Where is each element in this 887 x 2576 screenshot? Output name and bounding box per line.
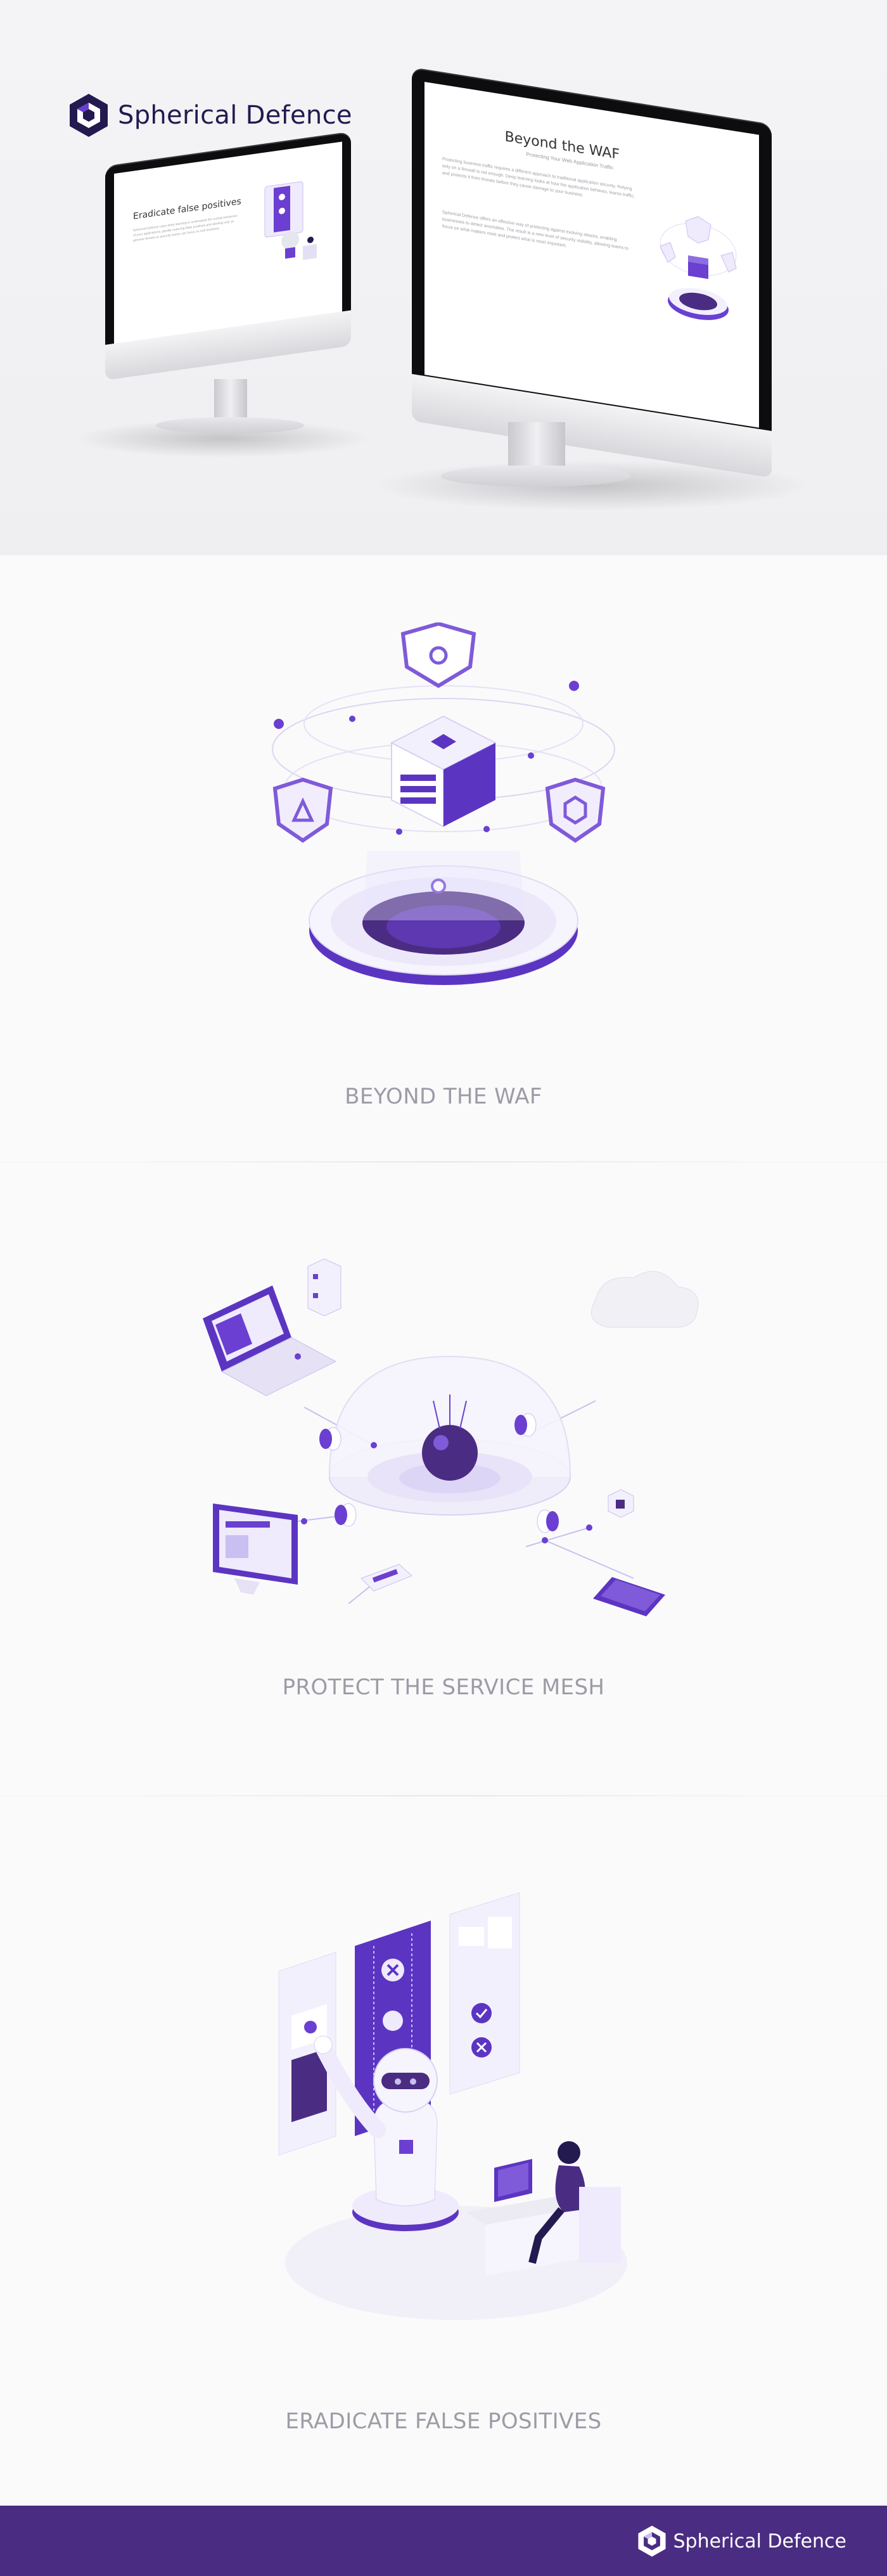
large-monitor-screen: Beyond the WAF Protecting Your Web Appli… bbox=[424, 82, 759, 428]
section-beyond-waf: BEYOND THE WAF bbox=[0, 555, 887, 1161]
large-screen-paragraph-2: Spherical Defence offers an effective wa… bbox=[442, 210, 629, 252]
service-mesh-dome-illustration bbox=[203, 1258, 699, 1616]
section-caption-false-positives: ERADICATE FALSE POSITIVES bbox=[285, 2409, 602, 2434]
small-screen-illustration bbox=[264, 181, 317, 261]
footer-brand[interactable]: Spherical Defence bbox=[637, 2525, 846, 2558]
section-caption-service-mesh: PROTECT THE SERVICE MESH bbox=[282, 1675, 605, 1700]
large-monitor: Beyond the WAF Protecting Your Web Appli… bbox=[374, 67, 811, 511]
section-false-positives: ERADICATE FALSE POSITIVES bbox=[0, 1796, 887, 2506]
page: Spherical Defence Eradicate false positi… bbox=[0, 0, 887, 2576]
footer-brand-name: Spherical Defence bbox=[673, 2530, 846, 2553]
shielded-server-portal-illustration bbox=[272, 622, 615, 985]
section-caption-beyond-waf: BEYOND THE WAF bbox=[345, 1084, 542, 1109]
footer: Spherical Defence bbox=[0, 2506, 887, 2576]
small-monitor: Eradicate false positives Spherical Defe… bbox=[73, 131, 371, 458]
large-screen-paragraph-1: Protecting business traffic requires a d… bbox=[442, 157, 635, 199]
hexagon-logo-icon bbox=[638, 2525, 667, 2557]
large-screen-illustration bbox=[660, 216, 737, 320]
brand-name: Spherical Defence bbox=[118, 101, 352, 130]
section-service-mesh: PROTECT THE SERVICE MESH bbox=[0, 1162, 887, 1795]
hero-section: Spherical Defence Eradicate false positi… bbox=[0, 0, 887, 555]
robot-analyst-illustration bbox=[278, 1892, 627, 2320]
hexagon-logo-icon bbox=[70, 94, 108, 137]
brand-header[interactable]: Spherical Defence bbox=[68, 93, 352, 138]
